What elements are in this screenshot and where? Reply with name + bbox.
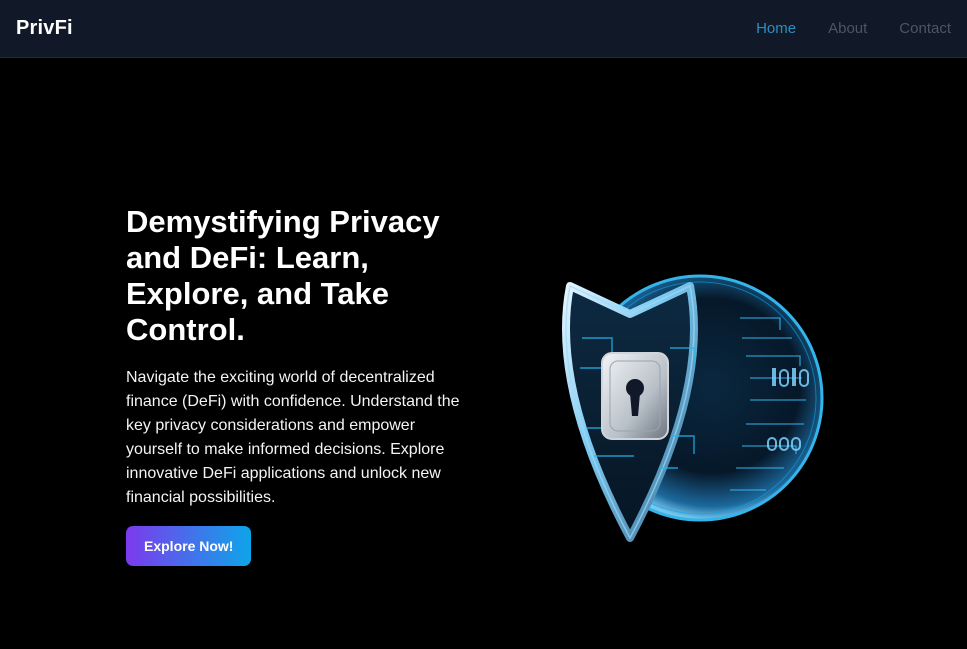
nav-links: Home About Contact (724, 20, 951, 37)
nav-link-about[interactable]: About (828, 20, 867, 37)
shield-lock-icon (562, 274, 824, 542)
nav-link-contact[interactable]: Contact (899, 20, 951, 37)
nav-link-home[interactable]: Home (756, 20, 796, 37)
hero-section: Demystifying Privacy and DeFi: Learn, Ex… (0, 58, 967, 649)
brand-logo[interactable]: PrivFi (16, 17, 73, 40)
hero-title: Demystifying Privacy and DeFi: Learn, Ex… (126, 204, 440, 347)
hero-text-column: Demystifying Privacy and DeFi: Learn, Ex… (126, 204, 476, 566)
shield-lock-illustration (510, 228, 840, 558)
navbar: PrivFi Home About Contact (0, 0, 967, 58)
hero-description: Navigate the exciting world of decentral… (126, 369, 460, 506)
explore-now-button[interactable]: Explore Now! (126, 526, 252, 566)
